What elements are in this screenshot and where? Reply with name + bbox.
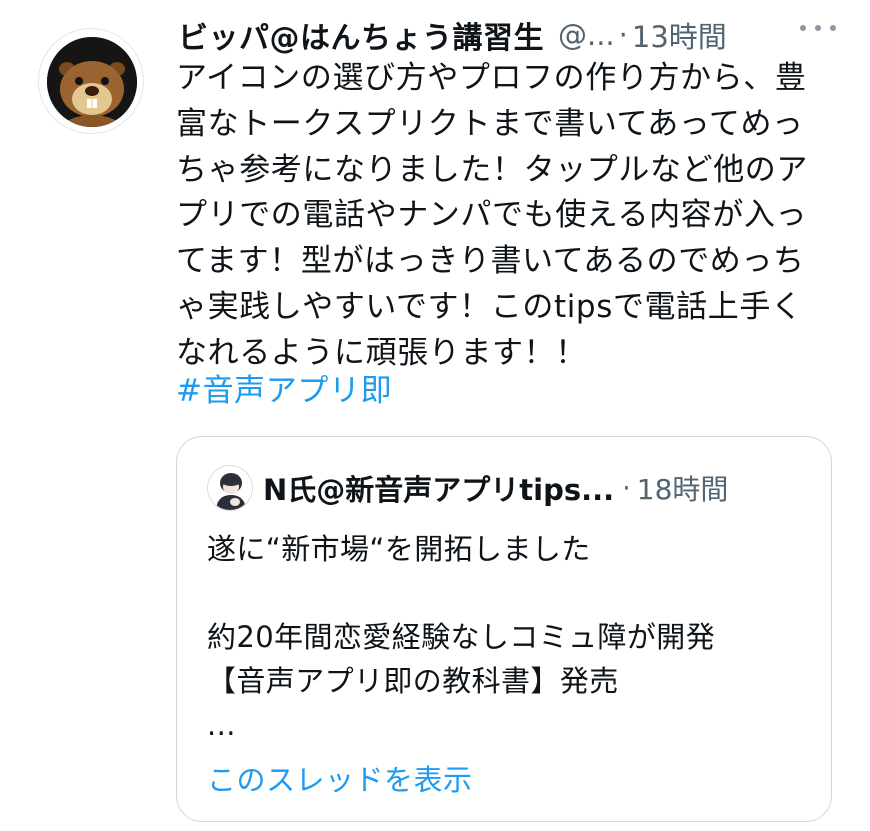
show-thread-link[interactable]: このスレッドを表示: [207, 757, 473, 799]
tweet-text-line: ゃ実践しやすいです！このtipsで電話上手く: [176, 288, 803, 325]
quoted-text-line: 【音声アプリ即の教科書】発売: [207, 664, 619, 698]
quoted-text-line: [207, 571, 807, 615]
quoted-text-line: 約20年間恋愛経験なしコミュ障が開発: [207, 620, 716, 654]
beaver-avatar-icon: [47, 37, 137, 127]
author-display-name[interactable]: ビッパ@はんちょう講習生: [178, 13, 544, 57]
more-options-icon[interactable]: [800, 22, 836, 34]
quoted-text-line: ...: [207, 708, 236, 742]
quoted-tweet-card[interactable]: N氏@新音声アプリtips... · 18時間 遂に“新市場“を開拓しました 約…: [176, 436, 832, 822]
hashtag-link[interactable]: #音声アプリ即: [176, 368, 392, 414]
person-avatar-icon: [207, 465, 253, 511]
quoted-text-line: 遂に“新市場“を開拓しました: [207, 532, 591, 566]
tweet-text-line: アイコンの選び方やプロフの作り方から、豊: [176, 60, 807, 96]
tweet-text-line: プリでの電話やナンパでも使える内容が入っ: [176, 197, 808, 234]
header-separator: ·: [618, 18, 628, 52]
author-avatar[interactable]: [38, 28, 144, 134]
author-handle[interactable]: @...: [558, 18, 615, 52]
tweet-timestamp[interactable]: 13時間: [632, 14, 727, 56]
quoted-tweet-body: 遂に“新市場“を開拓しました 約20年間恋愛経験なしコミュ障が開発 【音声アプリ…: [207, 527, 807, 747]
quoted-author-display-name: N氏@新音声アプリtips...: [263, 473, 615, 507]
tweet-text-line: ちゃ参考になりました！タップルなど他のア: [176, 151, 808, 188]
quoted-tweet-header: N氏@新音声アプリtips... · 18時間: [263, 467, 728, 509]
tweet-text-line: 富なトークスプリクトまで書いてあってめっ: [176, 105, 804, 142]
tweet-body: アイコンの選び方やプロフの作り方から、豊 富なトークスプリクトまで書いてあってめ…: [176, 56, 836, 377]
tweet-text-line: てます！型がはっきり書いてあるのでめっち: [176, 243, 805, 280]
quoted-tweet-timestamp: 18時間: [636, 473, 729, 506]
quoted-header-separator: ·: [622, 472, 631, 504]
tweet-header: ビッパ@はんちょう講習生 @... · 13時間: [178, 10, 838, 60]
